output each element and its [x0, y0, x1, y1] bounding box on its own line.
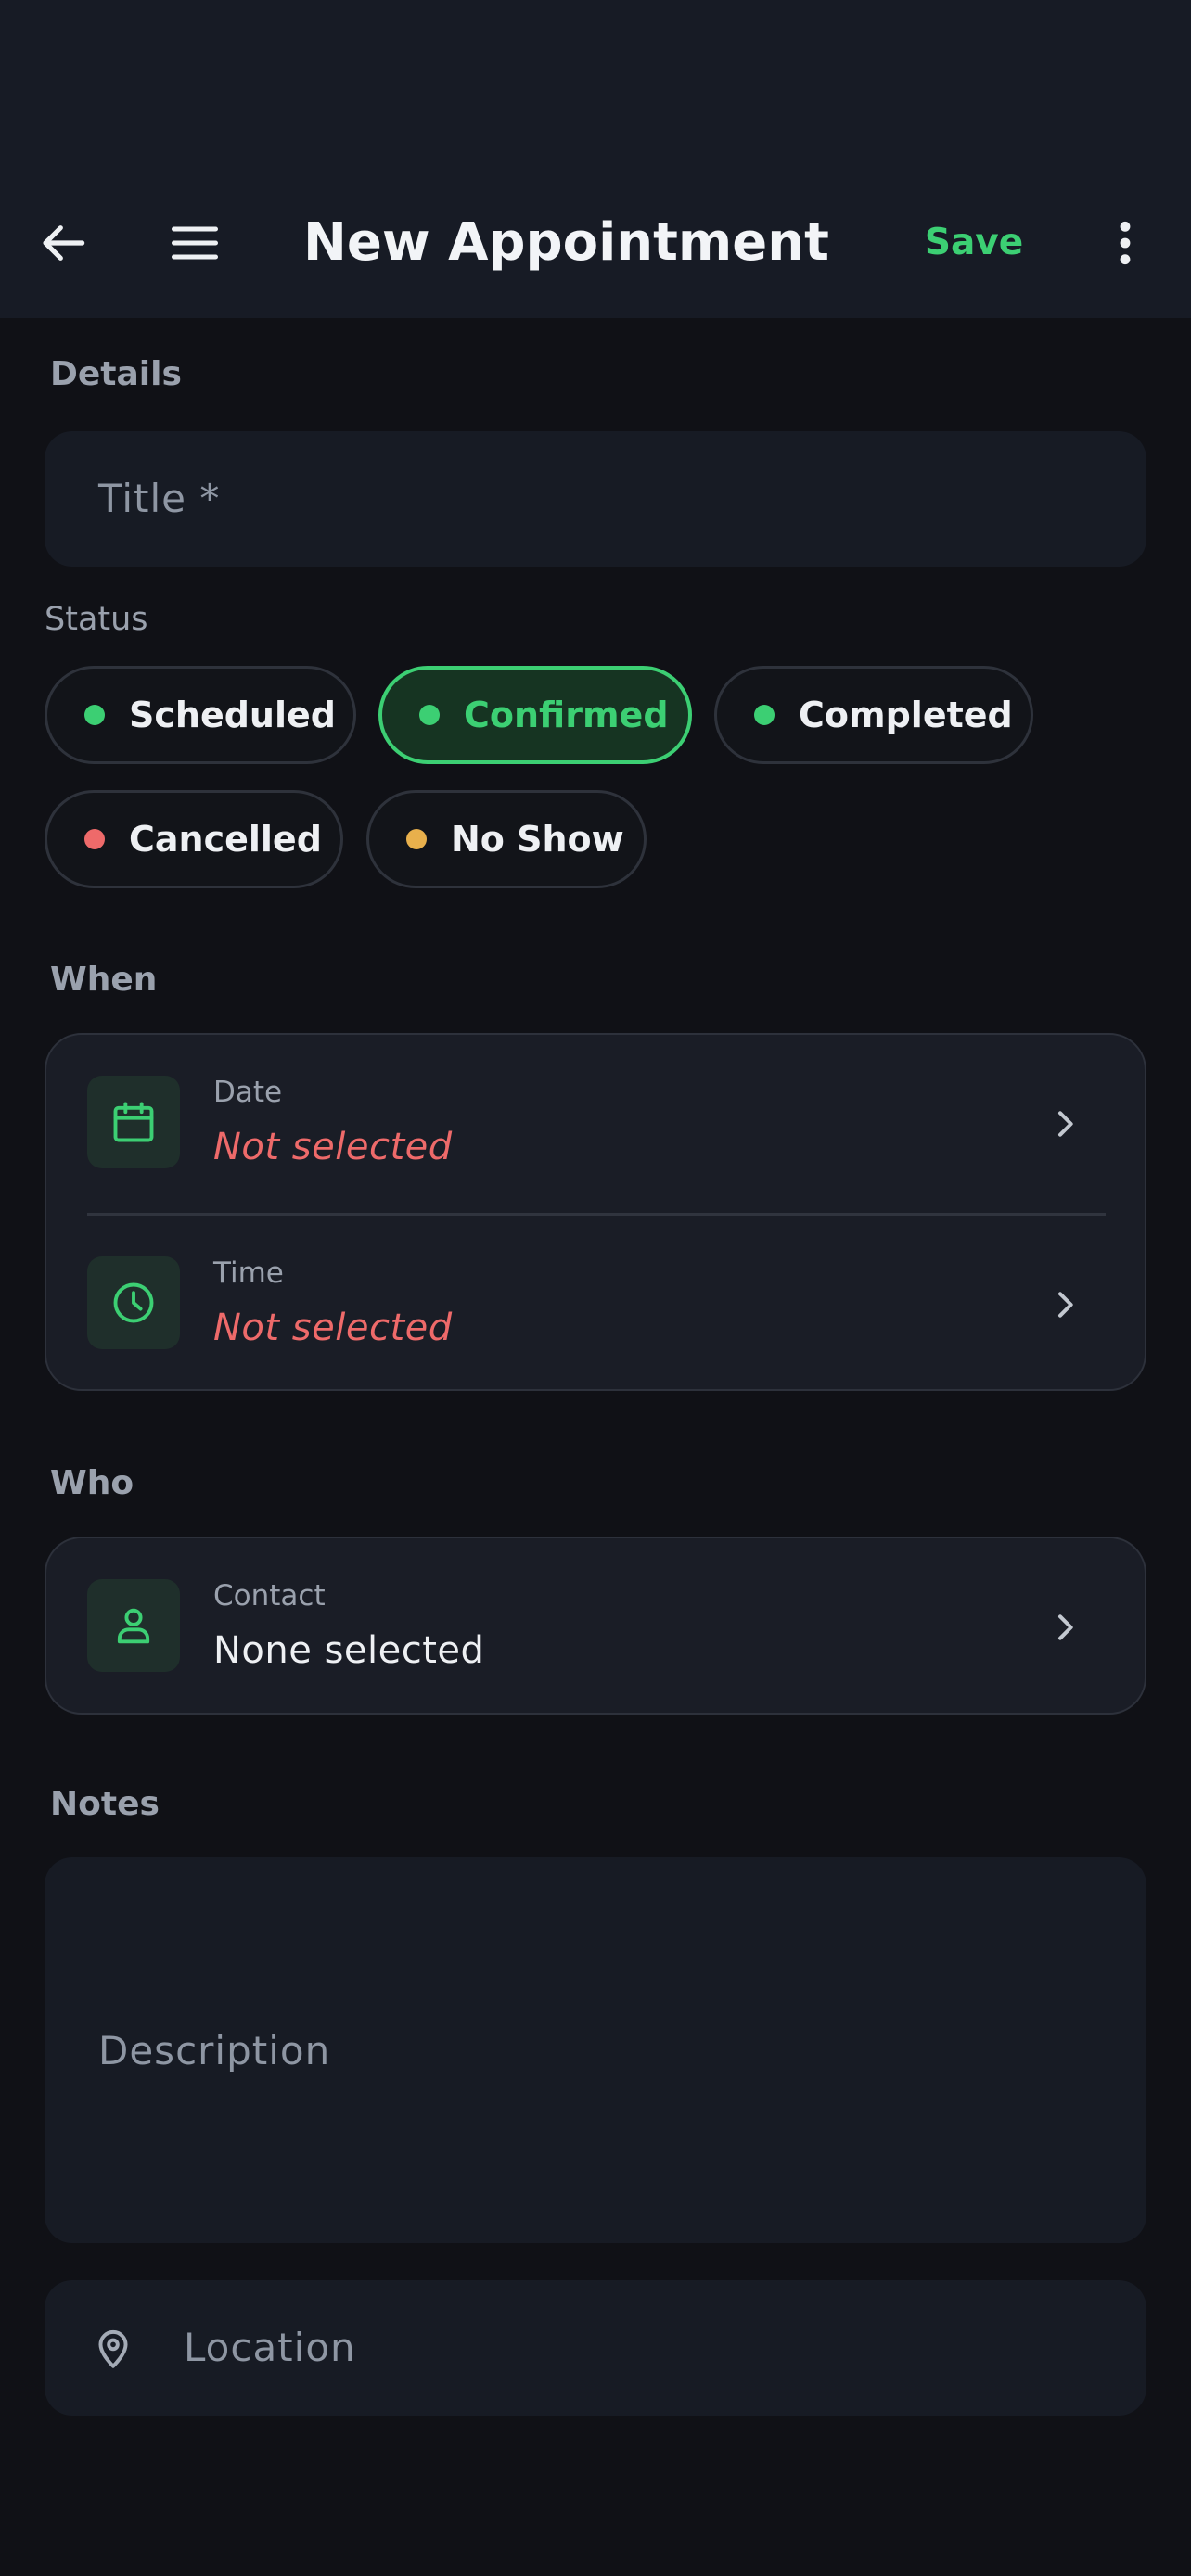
status-chip-label: Confirmed — [464, 695, 669, 735]
contact-row[interactable]: Contact None selected — [46, 1538, 1145, 1713]
time-icon-tile — [87, 1256, 180, 1349]
status-chip-completed[interactable]: Completed — [714, 666, 1033, 764]
clock-icon — [113, 1282, 154, 1323]
section-label-when: When — [50, 961, 158, 999]
status-dot — [84, 705, 105, 725]
time-row[interactable]: Time Not selected — [46, 1216, 1145, 1394]
more-vertical-icon — [1120, 221, 1130, 265]
date-row[interactable]: Date Not selected — [46, 1035, 1145, 1213]
section-label-notes: Notes — [50, 1785, 160, 1823]
status-dot — [406, 829, 427, 849]
app-bar-row: New Appointment Save — [0, 190, 1191, 296]
hamburger-menu-icon — [172, 226, 218, 260]
status-chip-label: Scheduled — [129, 695, 336, 735]
status-chip-scheduled[interactable]: Scheduled — [45, 666, 356, 764]
user-icon — [117, 1608, 150, 1644]
status-dot — [84, 829, 105, 849]
time-value: Not selected — [213, 1307, 453, 1349]
back-button[interactable] — [28, 190, 102, 296]
title-input[interactable]: Title * — [45, 431, 1146, 567]
who-card: Contact None selected — [45, 1537, 1146, 1715]
description-textarea[interactable]: Description — [45, 1857, 1146, 2243]
when-card: Date Not selected Time Not selected — [45, 1033, 1146, 1391]
arrow-left-icon — [43, 225, 85, 261]
app-bar: New Appointment Save — [0, 0, 1191, 318]
status-dot — [754, 705, 775, 725]
section-label-who: Who — [50, 1464, 134, 1502]
status-chip-confirmed[interactable]: Confirmed — [378, 666, 692, 764]
time-label: Time — [213, 1256, 284, 1290]
status-chip-label: Completed — [799, 695, 1013, 735]
chevron-right-icon — [1037, 1096, 1093, 1152]
contact-icon-tile — [87, 1579, 180, 1672]
chevron-right-icon — [1037, 1600, 1093, 1655]
title-placeholder: Title * — [98, 476, 221, 521]
status-dot — [419, 705, 440, 725]
status-label: Status — [45, 601, 148, 638]
page-title: New Appointment — [303, 212, 829, 273]
status-chip-label: Cancelled — [129, 819, 322, 860]
chevron-right-icon — [1037, 1277, 1093, 1333]
location-input[interactable]: Location — [45, 2280, 1146, 2416]
status-chip-no-show[interactable]: No Show — [366, 790, 647, 888]
save-button[interactable]: Save — [909, 190, 1039, 296]
contact-value: None selected — [213, 1629, 485, 1672]
status-chip-cancelled[interactable]: Cancelled — [45, 790, 343, 888]
date-value: Not selected — [213, 1126, 453, 1168]
menu-button[interactable] — [158, 190, 232, 296]
date-icon-tile — [87, 1076, 180, 1168]
calendar-icon — [113, 1102, 154, 1142]
location-placeholder: Location — [184, 2325, 356, 2370]
date-label: Date — [213, 1076, 283, 1109]
section-label-details: Details — [50, 355, 182, 393]
description-placeholder: Description — [98, 2028, 331, 2073]
status-chip-label: No Show — [451, 819, 624, 860]
contact-label: Contact — [213, 1579, 326, 1613]
more-options-button[interactable] — [1090, 190, 1159, 296]
map-pin-icon — [85, 2321, 141, 2377]
